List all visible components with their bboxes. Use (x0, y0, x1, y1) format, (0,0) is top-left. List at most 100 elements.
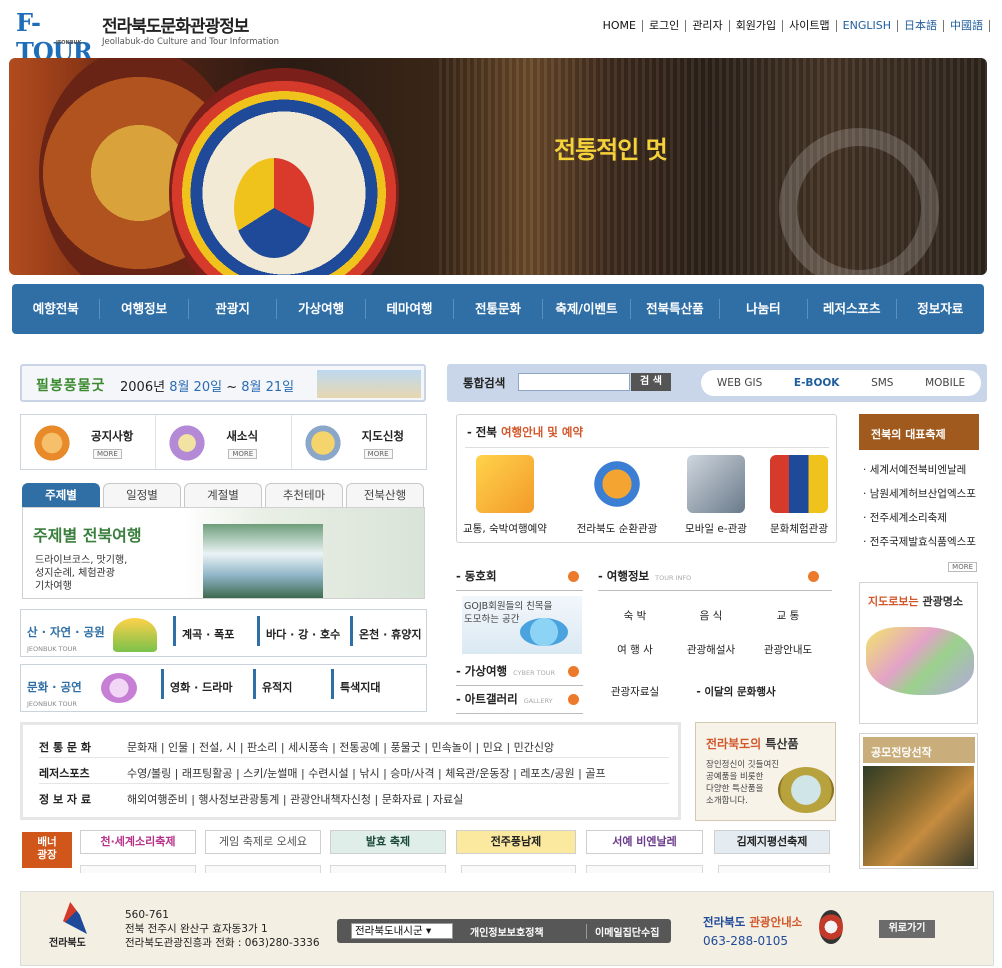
reservation-item[interactable]: 교통, 숙박여행예약 (459, 455, 551, 536)
tab-hiking[interactable]: 전북산행 (346, 483, 424, 507)
festival-item[interactable]: 전주세계소리축제 (859, 506, 979, 530)
tab-schedule[interactable]: 일정별 (103, 483, 181, 507)
nav-item[interactable]: 테마여행 (366, 299, 455, 319)
nav-item[interactable]: 관광지 (189, 299, 278, 319)
top-link-japanese[interactable]: 日本語 (898, 20, 944, 32)
tab-theme[interactable]: 주제별 (22, 483, 100, 507)
festival-banner[interactable]: 발효 축제 (330, 830, 446, 854)
travel-info-header[interactable]: - 여행정보 TOUR INFO (598, 568, 832, 591)
arrow-circle-icon[interactable] (808, 571, 819, 582)
festival-banner[interactable]: 서예 비엔날레 (586, 830, 703, 854)
festival-item[interactable]: 세계서예전북비엔날레 (859, 458, 979, 482)
site-title[interactable]: 전라북도문화관광정보 (102, 12, 249, 37)
top-link-english[interactable]: ENGLISH (837, 20, 898, 32)
travel-link[interactable]: 여 행 사 (600, 642, 670, 657)
club-banner[interactable]: GOJB회원들의 친목을 도모하는 공간 (462, 596, 582, 654)
nav-item[interactable]: 축제/이벤트 (543, 299, 632, 319)
travel-link[interactable]: 숙 박 (600, 608, 670, 623)
travel-link[interactable]: 음 식 (676, 608, 746, 623)
category-title[interactable]: 문화 · 공연 (27, 679, 82, 695)
festival-banner[interactable]: 전주풍남제 (456, 830, 576, 854)
nav-item[interactable]: 가상여행 (277, 299, 366, 319)
category-link[interactable]: 영화 · 드라마 (161, 669, 232, 699)
top-link-sitemap[interactable]: 사이트맵 (783, 20, 837, 32)
travel-link[interactable]: 교 통 (753, 608, 823, 623)
virtual-trip-header[interactable]: - 가상여행 CYBER TOUR (456, 663, 583, 686)
festival-banner[interactable] (80, 865, 196, 873)
top-link-home[interactable]: HOME (597, 20, 643, 32)
keyword-links[interactable]: 수영/볼링 | 래프팅활공 | 스키/눈썰매 | 수련시설 | 낚시 | 승마/… (127, 765, 606, 781)
top-link-chinese[interactable]: 中國語 (944, 20, 990, 32)
web-gis-link[interactable]: WEB GIS (717, 377, 762, 389)
special-products[interactable]: 전라북도의 특산품 장인정신이 깃들여진 공예품을 비롯한 다양한 특산품을 소… (695, 722, 836, 821)
notice-cell[interactable]: 공지사항 MORE (21, 415, 157, 469)
travel-link[interactable]: 관광자료실 (600, 684, 670, 699)
festival-banner[interactable]: 게임 축제로 오세요 (205, 830, 321, 854)
nav-item[interactable]: 나눔터 (720, 299, 809, 319)
festival-box: 전북의 대표축제 세계서예전북비엔날레 남원세계허브산업엑스포 전주세계소리축제… (859, 414, 979, 576)
top-link-admin[interactable]: 관리자 (686, 20, 730, 32)
search-input[interactable] (518, 373, 630, 391)
festival-banner[interactable] (718, 865, 830, 873)
contest-box[interactable]: 공모전당선작 (859, 733, 978, 869)
nav-item[interactable]: 전통문화 (454, 299, 543, 319)
nav-item[interactable]: 전북특산품 (631, 299, 720, 319)
festival-banner[interactable]: 김제지평선축제 (714, 830, 830, 854)
travel-link[interactable]: 관광해설사 (676, 642, 746, 657)
reservation-item[interactable]: 모바일 e-관광 (670, 455, 762, 536)
search-button[interactable]: 검 색 (631, 373, 671, 391)
tab-panel[interactable]: 주제별 전북여행 드라이브코스, 맛기행, 성지순례, 체험관광 기차여행 (22, 507, 425, 599)
category-link[interactable]: 계곡 · 폭포 (173, 616, 234, 646)
keyword-links[interactable]: 문화재 | 인물 | 전설, 시 | 판소리 | 세시풍속 | 전통공예 | 풍… (127, 739, 554, 755)
category-link[interactable]: 특색지대 (331, 669, 380, 699)
contest-photo[interactable] (863, 766, 974, 866)
category-link[interactable]: 바다 · 강 · 호수 (257, 616, 340, 646)
privacy-policy-link[interactable]: 개인정보보호정책 (470, 924, 544, 939)
festival-banner[interactable] (330, 865, 446, 873)
ebook-link[interactable]: E-BOOK (794, 377, 840, 389)
reservation-item[interactable]: 전라북도 순환관광 (571, 455, 663, 536)
sms-link[interactable]: SMS (871, 377, 893, 389)
club-header[interactable]: - 동호회 (456, 568, 583, 591)
festival-banner[interactable] (461, 865, 576, 873)
arrow-circle-icon[interactable] (568, 666, 579, 677)
monthly-event-link[interactable]: - 이달의 문화행사 (686, 684, 786, 699)
category-title[interactable]: 산 · 자연 · 공원 (27, 624, 105, 640)
festival-item[interactable]: 남원세계허브산업엑스포 (859, 482, 979, 506)
county-select[interactable]: 전라북도내시군 ▾ (351, 923, 453, 939)
more-button[interactable]: MORE (948, 562, 977, 572)
festival-banner[interactable]: 천·세계소리축제 (80, 830, 196, 854)
festival-banner[interactable] (586, 865, 703, 873)
top-link-login[interactable]: 로그인 (643, 20, 687, 32)
category-nature: 산 · 자연 · 공원 JEONBUK TOUR 계곡 · 폭포 바다 · 강 … (20, 609, 427, 657)
tour-map-box[interactable]: 지도로보는 관광명소 (859, 582, 978, 724)
more-button[interactable]: MORE (93, 449, 122, 459)
arrow-circle-icon[interactable] (568, 694, 579, 705)
news-cell[interactable]: 새소식 MORE (156, 415, 292, 469)
mobile-link[interactable]: MOBILE (925, 377, 965, 389)
keyword-links[interactable]: 해외여행준비 | 행사정보관광통계 | 관광안내책자신청 | 문화자료 | 자료… (127, 791, 463, 807)
nav-item[interactable]: 여행정보 (100, 299, 189, 319)
reservation-item[interactable]: 문화체험관광 (753, 455, 845, 536)
art-gallery-header[interactable]: - 아트갤러리 GALLERY (456, 691, 583, 714)
more-button[interactable]: MORE (228, 449, 258, 459)
back-to-top-button[interactable]: 위로가기 (879, 920, 935, 938)
nav-item[interactable]: 예향전북 (12, 299, 101, 319)
province-map[interactable] (866, 627, 974, 695)
site-logo[interactable]: F-TOUR JEONBUK (16, 8, 94, 66)
nav-item[interactable]: 정보자료 (897, 299, 984, 319)
more-button[interactable]: MORE (363, 449, 393, 459)
arrow-circle-icon[interactable] (568, 571, 579, 582)
nav-item[interactable]: 레저스포츠 (808, 299, 897, 319)
travel-link[interactable]: 관광안내도 (753, 642, 823, 657)
festival-banner[interactable] (205, 865, 321, 873)
email-policy-link[interactable]: 이메일집단수집 (586, 924, 659, 939)
category-link[interactable]: 온천 · 휴양지 (350, 616, 421, 646)
festival-item[interactable]: 전주국제발효식품엑스포 (859, 530, 979, 554)
top-link-join[interactable]: 회원가입 (730, 20, 784, 32)
event-banner[interactable]: 필봉풍물굿 2006년 8월 20일 ~ 8월 21일 (20, 364, 426, 402)
tab-recommend[interactable]: 추천테마 (265, 483, 343, 507)
map-request-cell[interactable]: 지도신청 MORE (292, 415, 426, 469)
tab-season[interactable]: 계절별 (184, 483, 262, 507)
category-link[interactable]: 유적지 (253, 669, 292, 699)
